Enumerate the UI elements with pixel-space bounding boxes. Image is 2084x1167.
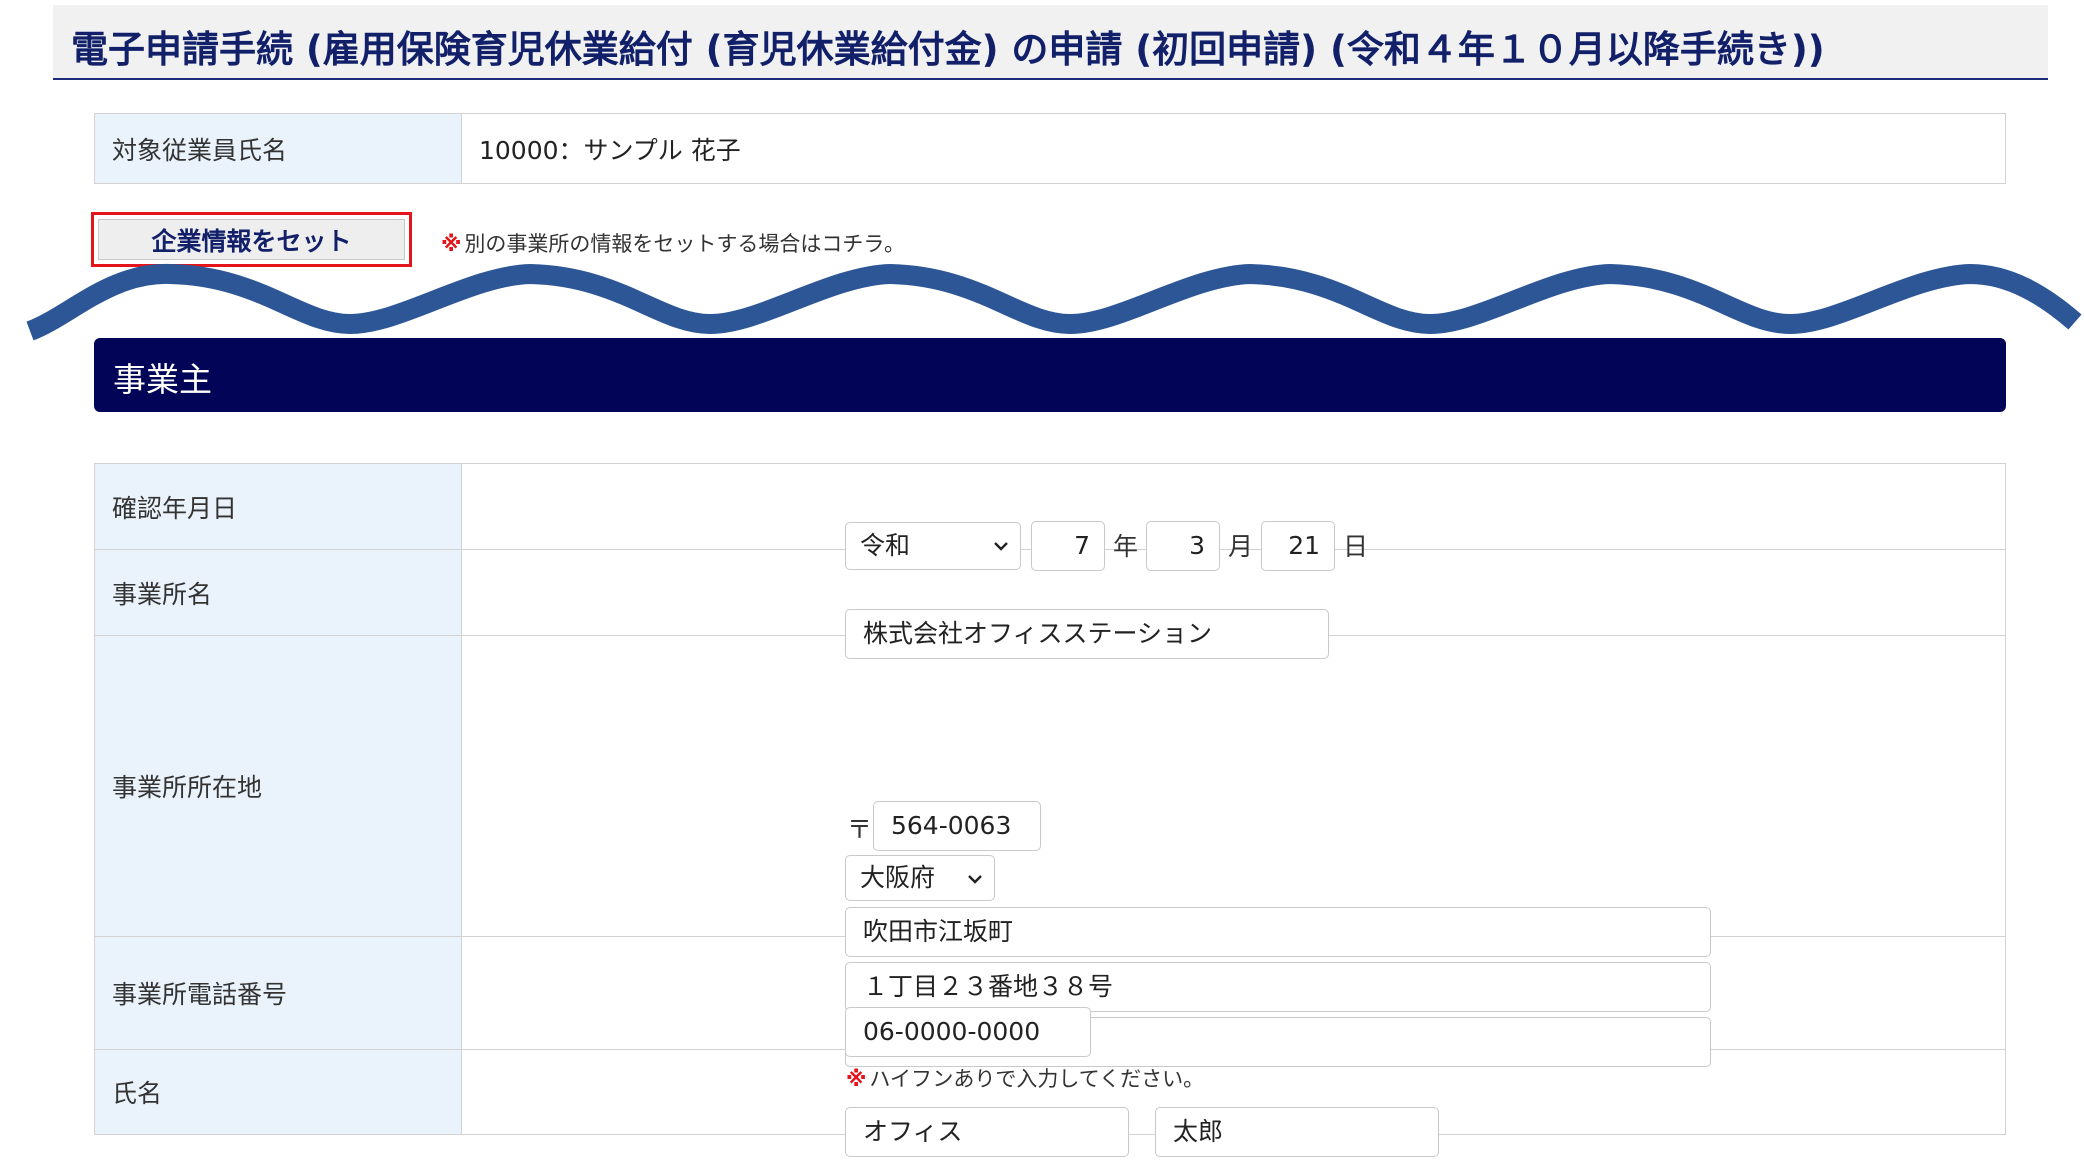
chevron-down-icon xyxy=(968,875,982,884)
employee-table: 対象従業員氏名 10000：サンプル 花子 xyxy=(94,113,2006,184)
row-office-address: 事業所所在地 〒 564-0063 大阪府 吹田市江坂町 １丁目２３番地３８号 … xyxy=(94,635,2006,1067)
chevron-down-icon xyxy=(994,541,1008,551)
page-title-bar: 電子申請手続 (雇用保険育児休業給付 (育児休業給付金) の申請 (初回申請) … xyxy=(53,5,2048,80)
section-header: 事業主 xyxy=(94,338,2006,412)
phone-note-text: ハイフンありで入力してください。 xyxy=(869,1067,1205,1091)
employer-form: 確認年月日 令和 7 年 3 月 21 日 事業所名 株式会社オフィスステーショ… xyxy=(94,463,2006,1157)
set-company-info-button[interactable]: 企業情報をセット xyxy=(98,219,405,260)
prefecture-value: 大阪府 xyxy=(860,863,936,892)
day-unit: 日 xyxy=(1343,531,1369,561)
last-name-input[interactable]: オフィス xyxy=(845,1107,1129,1157)
employee-value: 10000：サンプル 花子 xyxy=(461,113,2006,184)
employee-label: 対象従業員氏名 xyxy=(94,113,462,184)
name-label: 氏名 xyxy=(94,1049,462,1135)
office-address-label: 事業所所在地 xyxy=(94,635,462,937)
phone-note-mark: ※ xyxy=(846,1067,867,1091)
office-phone-label: 事業所電話番号 xyxy=(94,936,462,1050)
section-title: 事業主 xyxy=(113,360,212,399)
row-confirm-date: 確認年月日 令和 7 年 3 月 21 日 xyxy=(94,463,2006,571)
street-input[interactable]: １丁目２３番地３８号 xyxy=(845,962,1711,1012)
office-name-label: 事業所名 xyxy=(94,549,462,636)
note-text: 別の事業所の情報をセットする場合はコチラ。 xyxy=(464,232,905,256)
postal-mark-icon: 〒 xyxy=(847,815,873,844)
month-unit: 月 xyxy=(1228,531,1254,561)
phone-note: ※ ハイフンありで入力してください。 xyxy=(846,1063,1204,1093)
wave-decoration xyxy=(26,263,2082,341)
day-input[interactable]: 21 xyxy=(1261,520,1335,571)
prefecture-select[interactable]: 大阪府 xyxy=(845,855,995,901)
year-input[interactable]: 7 xyxy=(1031,520,1105,571)
month-input[interactable]: 3 xyxy=(1146,520,1220,571)
page-title: 電子申請手続 (雇用保険育児休業給付 (育児休業給付金) の申請 (初回申請) … xyxy=(71,28,1825,71)
office-phone-input[interactable]: 06-0000-0000 xyxy=(845,1007,1091,1057)
year-unit: 年 xyxy=(1113,531,1139,561)
office-name-input[interactable]: 株式会社オフィスステーション xyxy=(845,608,1329,659)
era-value: 令和 xyxy=(860,530,911,560)
first-name-input[interactable]: 太郎 xyxy=(1155,1107,1439,1157)
confirm-date-label: 確認年月日 xyxy=(94,463,462,550)
note-mark: ※ xyxy=(441,232,462,256)
postal-code-input[interactable]: 564-0063 xyxy=(873,801,1041,851)
set-company-note: ※ 別の事業所の情報をセットする場合はコチラ。 xyxy=(441,228,905,258)
era-select[interactable]: 令和 xyxy=(845,521,1021,570)
city-input[interactable]: 吹田市江坂町 xyxy=(845,907,1711,957)
